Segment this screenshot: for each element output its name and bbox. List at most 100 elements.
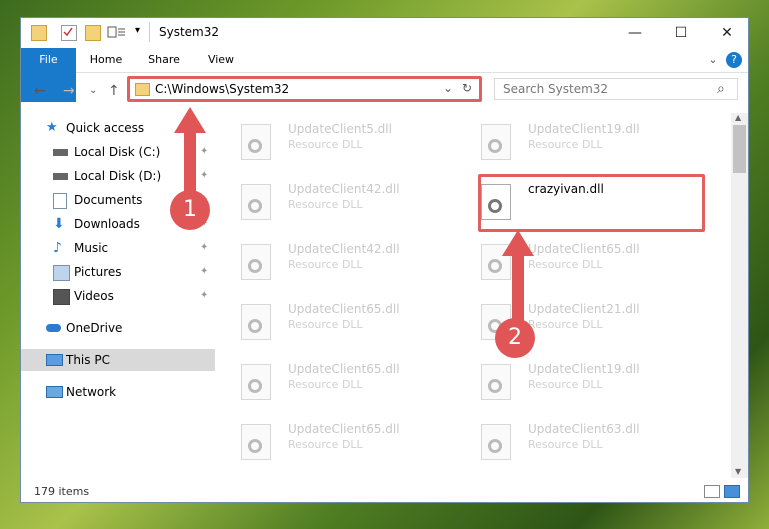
file-name: UpdateClient19.dll xyxy=(528,122,640,136)
status-bar: 179 items xyxy=(21,480,748,502)
title-bar: ▾ System32 — ☐ ✕ xyxy=(21,18,748,48)
large-icons-view-icon[interactable] xyxy=(724,485,740,498)
details-view-icon[interactable] xyxy=(704,485,720,498)
search-input[interactable]: Search System32 xyxy=(503,82,608,96)
scroll-up-icon[interactable]: ▲ xyxy=(735,113,741,122)
file-item[interactable]: UpdateClient65.dll Resource DLL xyxy=(241,358,471,412)
divider xyxy=(149,22,150,42)
sidebar-item-videos[interactable]: Videos ✦ xyxy=(21,285,215,307)
new-folder-icon[interactable] xyxy=(85,25,101,41)
dll-file-icon xyxy=(241,124,271,160)
file-type: Resource DLL xyxy=(288,198,363,211)
dll-file-icon xyxy=(241,364,271,400)
pin-icon[interactable]: ✦ xyxy=(200,285,208,307)
pictures-icon xyxy=(53,265,70,281)
sidebar-item-label: This PC xyxy=(66,353,110,367)
search-icon[interactable]: ⌕ xyxy=(717,81,725,97)
forward-button[interactable]: → xyxy=(63,83,75,99)
file-list: UpdateClient5.dll Resource DLL UpdateCli… xyxy=(221,113,731,478)
computer-icon xyxy=(46,354,63,366)
cloud-icon xyxy=(46,324,61,332)
expand-ribbon-icon[interactable]: ⌄ xyxy=(703,48,723,72)
sidebar-item-onedrive[interactable]: OneDrive xyxy=(21,317,215,339)
recent-locations-button[interactable]: ⌄ xyxy=(89,85,97,96)
file-item[interactable]: UpdateClient42.dll Resource DLL xyxy=(241,178,471,232)
minimize-button[interactable]: — xyxy=(612,18,658,48)
dll-file-icon xyxy=(481,124,511,160)
star-icon: ★ xyxy=(46,120,58,135)
sidebar-item-label: Videos xyxy=(74,289,114,303)
network-icon xyxy=(46,386,63,398)
sidebar-item-label: Local Disk (D:) xyxy=(74,169,162,183)
dll-file-icon xyxy=(241,424,271,460)
sidebar-item-this-pc[interactable]: This PC xyxy=(21,349,215,371)
dropdown-icon[interactable]: ▾ xyxy=(135,25,149,39)
file-item[interactable]: UpdateClient65.dll Resource DLL xyxy=(241,298,471,352)
tab-home[interactable]: Home xyxy=(83,48,129,72)
sidebar-item-music[interactable]: ♪ Music ✦ xyxy=(21,237,215,259)
music-icon: ♪ xyxy=(53,240,62,256)
close-button[interactable]: ✕ xyxy=(704,18,748,48)
dll-file-icon xyxy=(241,244,271,280)
file-name: UpdateClient42.dll xyxy=(288,242,400,256)
file-name: UpdateClient65.dll xyxy=(288,362,400,376)
file-type: Resource DLL xyxy=(528,138,603,151)
scroll-down-icon[interactable]: ▼ xyxy=(735,467,741,476)
sidebar-item-label: Music xyxy=(74,241,109,255)
address-highlight-box xyxy=(127,76,482,102)
file-type: Resource DLL xyxy=(288,438,363,451)
tab-share[interactable]: Share xyxy=(141,48,187,72)
dll-file-icon xyxy=(481,364,511,400)
file-name: UpdateClient19.dll xyxy=(528,362,640,376)
file-type: Resource DLL xyxy=(288,378,363,391)
item-count: 179 items xyxy=(34,485,90,498)
file-name: UpdateClient65.dll xyxy=(288,302,400,316)
scrollbar-thumb[interactable] xyxy=(733,125,746,173)
file-item[interactable]: UpdateClient19.dll Resource DLL xyxy=(481,358,711,412)
file-item[interactable]: UpdateClient19.dll Resource DLL xyxy=(481,118,711,172)
file-type: Resource DLL xyxy=(288,258,363,271)
videos-icon xyxy=(53,289,70,305)
search-box[interactable]: Search System32 ⌕ xyxy=(494,78,738,100)
file-name: UpdateClient21.dll xyxy=(528,302,640,316)
customize-quick-access-icon[interactable] xyxy=(107,25,127,39)
step-2-badge: 2 xyxy=(495,318,535,358)
vertical-scrollbar[interactable]: ▲ ▼ xyxy=(731,113,748,478)
folder-icon xyxy=(31,25,47,41)
sidebar-item-label: Documents xyxy=(74,193,143,207)
file-type: Resource DLL xyxy=(288,318,363,331)
dll-file-icon xyxy=(241,184,271,220)
pin-icon[interactable]: ✦ xyxy=(200,261,208,283)
navigation-bar: ← → ⌄ ↑ C:\Windows\System32 ⌄ ↻ Search S… xyxy=(21,74,748,107)
explorer-window: ▾ System32 — ☐ ✕ File Home Share View ⌄ … xyxy=(20,17,749,503)
help-icon[interactable]: ? xyxy=(726,52,742,68)
tab-view[interactable]: View xyxy=(198,48,244,72)
sidebar-item-label: Pictures xyxy=(74,265,122,279)
up-button[interactable]: ↑ xyxy=(108,83,120,99)
sidebar-item-label: Network xyxy=(66,385,117,399)
sidebar-item-pictures[interactable]: Pictures ✦ xyxy=(21,261,215,283)
sidebar-item-network[interactable]: Network xyxy=(21,381,215,403)
file-item[interactable]: UpdateClient63.dll Resource DLL xyxy=(481,418,711,472)
file-item[interactable]: UpdateClient42.dll Resource DLL xyxy=(241,238,471,292)
back-button[interactable]: ← xyxy=(34,83,46,99)
dll-file-icon xyxy=(241,304,271,340)
dll-file-icon xyxy=(481,424,511,460)
file-name: UpdateClient42.dll xyxy=(288,182,400,196)
file-name: UpdateClient5.dll xyxy=(288,122,392,136)
maximize-button[interactable]: ☐ xyxy=(658,18,704,48)
file-name: UpdateClient65.dll xyxy=(288,422,400,436)
sidebar-item-label: OneDrive xyxy=(66,321,123,335)
step-1-badge: 1 xyxy=(170,190,210,230)
properties-icon[interactable] xyxy=(61,25,77,41)
file-item[interactable]: UpdateClient65.dll Resource DLL xyxy=(241,418,471,472)
file-type: Resource DLL xyxy=(288,138,363,151)
download-icon: ⬇ xyxy=(53,216,65,232)
sidebar-item-label: Downloads xyxy=(74,217,140,231)
file-highlight-box xyxy=(478,174,705,232)
pin-icon[interactable]: ✦ xyxy=(200,237,208,259)
file-type: Resource DLL xyxy=(528,318,603,331)
drive-icon xyxy=(53,149,68,156)
file-item[interactable]: UpdateClient5.dll Resource DLL xyxy=(241,118,471,172)
window-title: System32 xyxy=(159,25,220,39)
